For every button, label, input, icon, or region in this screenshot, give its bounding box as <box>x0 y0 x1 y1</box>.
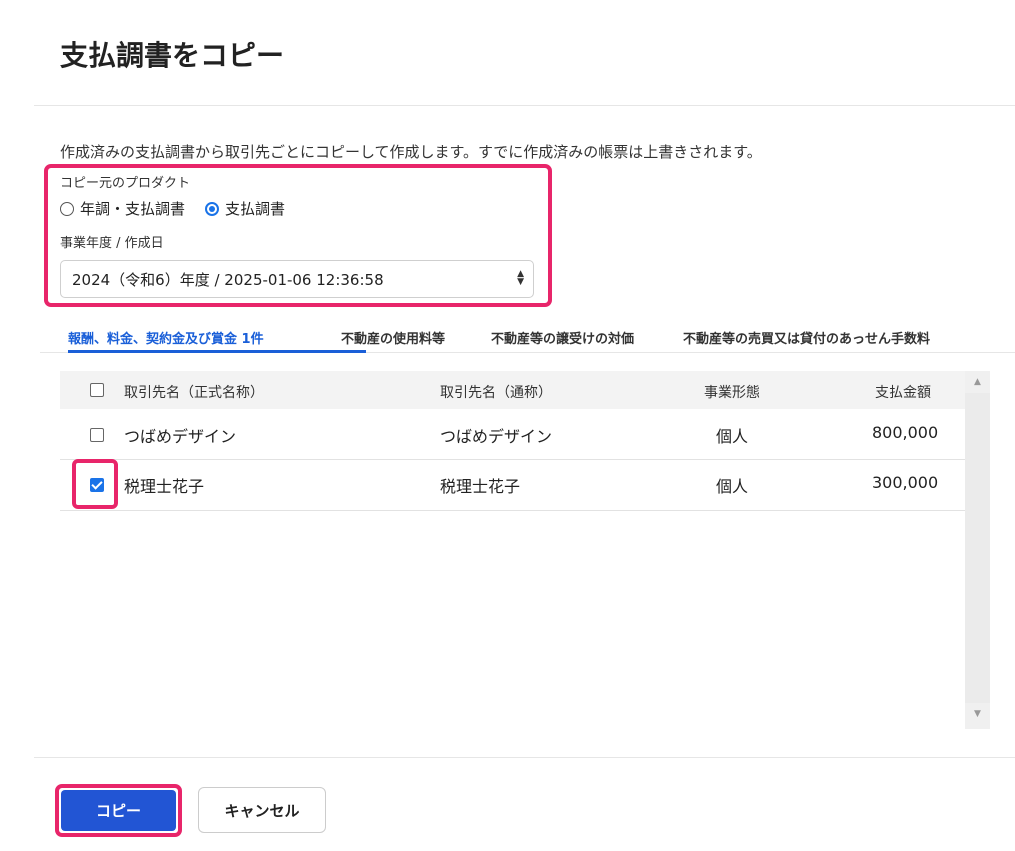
radio-payment-record-label[interactable]: 支払調書 <box>225 198 285 219</box>
active-tab-indicator <box>68 350 366 353</box>
radio-year-end-adjustment[interactable] <box>60 201 74 216</box>
table-header: 取引先名（正式名称） 取引先名（通称） 事業形態 支払金額 <box>60 371 965 409</box>
category-tabs: 報酬、料金、契約金及び賞金 1件 不動産の使用料等 不動産等の譲受けの対価 不動… <box>40 320 1015 353</box>
source-product-radio-group: 年調・支払調書 支払調書 <box>60 198 299 219</box>
checkbox-highlight-box <box>72 459 118 509</box>
footer-divider <box>34 757 1015 758</box>
cell-official-name: 税理士花子 <box>124 477 205 496</box>
partner-table: 取引先名（正式名称） 取引先名（通称） 事業形態 支払金額 つばめデザイン つば… <box>60 371 990 731</box>
fiscal-year-label: 事業年度 / 作成日 <box>60 236 164 251</box>
cell-common-name: つばめデザイン <box>440 427 553 446</box>
header-business-type: 事業形態 <box>704 385 760 401</box>
copy-payment-record-dialog: 支払調書をコピー 作成済みの支払調書から取引先ごとにコピーして作成します。すでに… <box>0 0 1015 851</box>
select-arrows-icon: ▲ ▼ <box>517 269 524 287</box>
dialog-description: 作成済みの支払調書から取引先ごとにコピーして作成します。すでに作成済みの帳票は上… <box>60 143 762 161</box>
table-row[interactable]: つばめデザイン つばめデザイン 個人 800,000 <box>60 409 965 460</box>
tab-real-estate-transfer[interactable]: 不動産等の譲受けの対価 <box>491 328 634 347</box>
cell-common-name: 税理士花子 <box>440 477 521 496</box>
cell-official-name: つばめデザイン <box>124 427 237 446</box>
header-common-name: 取引先名（通称） <box>440 385 552 401</box>
tab-real-estate-usage[interactable]: 不動産の使用料等 <box>341 328 445 347</box>
dialog-title: 支払調書をコピー <box>60 39 285 72</box>
table-scrollbar[interactable]: ▲ ▼ <box>965 371 990 729</box>
header-official-name: 取引先名（正式名称） <box>124 385 264 401</box>
cell-amount: 300,000 <box>872 473 939 492</box>
header-amount: 支払金額 <box>875 385 931 401</box>
cell-amount: 800,000 <box>872 423 939 442</box>
table-row[interactable]: 税理士花子 税理士花子 個人 300,000 <box>60 460 965 511</box>
cell-business-type: 個人 <box>715 477 748 496</box>
fiscal-year-select-value: 2024（令和6）年度 / 2025-01-06 12:36:58 <box>72 270 384 289</box>
cell-business-type: 個人 <box>715 427 748 446</box>
header-divider <box>34 105 1015 106</box>
scroll-down-arrow-icon[interactable]: ▼ <box>965 705 990 723</box>
fiscal-year-select[interactable]: 2024（令和6）年度 / 2025-01-06 12:36:58 ▲ ▼ <box>60 260 534 298</box>
cancel-button[interactable]: キャンセル <box>198 787 326 833</box>
radio-year-end-adjustment-label[interactable]: 年調・支払調書 <box>80 198 185 219</box>
row-checkbox[interactable] <box>90 428 104 442</box>
source-product-label: コピー元のプロダクト <box>60 176 191 191</box>
scrollbar-track[interactable] <box>965 393 990 703</box>
tab-remuneration[interactable]: 報酬、料金、契約金及び賞金 1件 <box>68 328 264 347</box>
radio-payment-record[interactable] <box>205 201 220 216</box>
copy-button[interactable]: コピー <box>61 790 176 831</box>
scroll-up-arrow-icon[interactable]: ▲ <box>965 373 990 391</box>
tab-real-estate-brokerage[interactable]: 不動産等の売買又は貸付のあっせん手数料 <box>683 328 930 347</box>
select-all-checkbox[interactable] <box>90 383 104 397</box>
